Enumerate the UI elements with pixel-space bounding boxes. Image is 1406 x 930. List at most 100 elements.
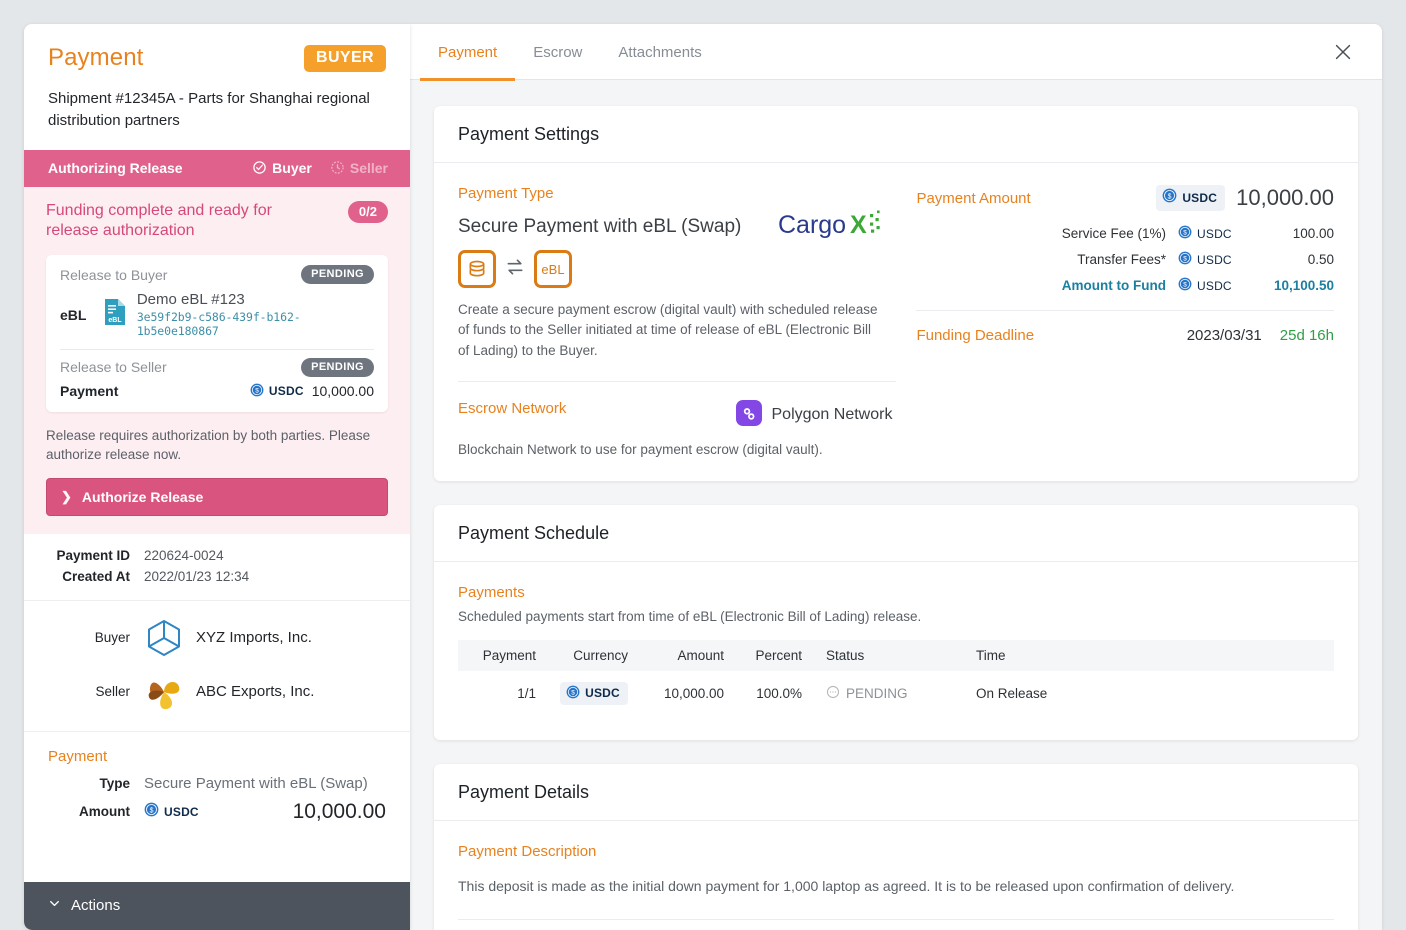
column-header-currency: Currency — [548, 639, 640, 671]
seller-name: ABC Exports, Inc. — [196, 683, 315, 701]
payment-meta-block: Payment ID 220624-0024 Created At 2022/0… — [24, 534, 410, 601]
status-text: PENDING — [846, 685, 908, 701]
fee-amount: 0.50 — [1307, 252, 1334, 267]
svg-text:$: $ — [1183, 282, 1187, 289]
payment-id-row: Payment ID 220624-0024 — [48, 548, 386, 563]
payment-id-label: Payment ID — [56, 547, 130, 563]
column-header-time: Time — [964, 639, 1334, 671]
payment-type-row: Secure Payment with eBL (Swap) eBL Cargo… — [458, 202, 896, 288]
payment-amount-value: 10,000.00 — [1236, 185, 1334, 210]
pending-circle-icon — [826, 685, 840, 702]
tab-payment[interactable]: Payment — [420, 25, 516, 81]
status-label: Authorizing Release — [48, 159, 183, 176]
escrow-network-label: Escrow Network — [458, 399, 567, 417]
payment-type-label: Payment Type — [458, 185, 554, 202]
tab-attachments[interactable]: Attachments — [600, 25, 719, 81]
ebl-text-block: Demo eBL #123 3e59f2b9-c586-439f-b162-1b… — [137, 291, 374, 339]
buyer-row: Buyer XYZ Imports, Inc. — [48, 619, 386, 657]
release-payment-row: Payment $ USDC 10,000.00 — [60, 383, 374, 400]
fee-row: Service Fee (1%) $ USDC 100.00 — [916, 225, 1334, 242]
usdc-label: USDC — [1197, 278, 1232, 293]
fee-currency: $ USDC — [1178, 251, 1244, 268]
release-payment-amount: 10,000.00 — [311, 383, 374, 400]
svg-text:$: $ — [1168, 193, 1172, 200]
right-column-divider — [916, 310, 1334, 311]
sidebar-payment-type-value: Secure Payment with eBL (Swap) — [144, 774, 368, 792]
sidebar-payment-amount-row: Amount $ USDC 10,000.00 — [48, 800, 386, 824]
check-circle-icon — [252, 160, 267, 175]
funding-headline-row: Funding complete and ready for release a… — [46, 200, 388, 243]
sidebar-payment-type-label: Type — [99, 775, 130, 791]
tab-escrow[interactable]: Escrow — [515, 25, 600, 81]
svg-text:$: $ — [1183, 230, 1187, 237]
usdc-token: $ USDC — [560, 681, 628, 705]
table-row: 1/1 $ USDC 10,000.00 100.0% PENDING On R… — [458, 671, 1334, 716]
funding-deadline-row: Funding Deadline 2023/03/31 25d 16h — [916, 327, 1334, 344]
payment-schedule-card: Payment Schedule Payments Scheduled paym… — [434, 504, 1358, 740]
release-payment-value: $ USDC 10,000.00 — [250, 383, 374, 400]
usdc-icon: $ — [250, 383, 264, 400]
funding-headline: Funding complete and ready for release a… — [46, 201, 272, 240]
payment-settings-columns: Payment Type Secure Payment with eBL (Sw… — [458, 185, 1334, 457]
main-panel: Payment Escrow Attachments Payment Setti… — [410, 24, 1382, 930]
actions-bar[interactable]: Actions — [24, 882, 410, 930]
usdc-icon: $ — [1178, 277, 1192, 294]
release-to-buyer-status-badge: PENDING — [301, 265, 374, 285]
cell-amount: 10,000.00 — [663, 685, 724, 701]
svg-text:$: $ — [255, 387, 259, 394]
payment-settings-title: Payment Settings — [434, 106, 1358, 163]
main-scroll-area[interactable]: Payment Settings Payment Type Secure Pay… — [410, 80, 1382, 930]
svg-text:Cargo: Cargo — [778, 211, 846, 239]
cell-payment: 1/1 — [517, 685, 536, 701]
payment-id-value: 220624-0024 — [144, 547, 224, 563]
usdc-icon: $ — [1162, 188, 1177, 208]
cell-status: PENDING — [814, 671, 964, 716]
payment-type-description: Create a secure payment escrow (digital … — [458, 302, 878, 358]
sidebar-payment-type-row: Type Secure Payment with eBL (Swap) — [48, 775, 386, 792]
usdc-label: USDC — [1182, 191, 1218, 205]
payment-amount-row: Payment Amount $ USDC 10,000.00 — [916, 185, 1334, 211]
payment-type-info: Secure Payment with eBL (Swap) eBL — [458, 202, 741, 288]
payment-details-card: Payment Details Payment Description This… — [434, 763, 1358, 930]
funding-deadline-date: 2023/03/31 — [1186, 327, 1262, 344]
sidebar-payment-amount-wrap: $ USDC 10,000.00 — [144, 800, 386, 824]
status-party-seller-label: Seller — [349, 159, 388, 176]
payment-description-label: Payment Description — [458, 842, 597, 860]
cell-time: On Release — [976, 685, 1048, 701]
payments-description: Scheduled payments start from time of eB… — [458, 608, 922, 624]
fee-amount: 100.00 — [1292, 226, 1334, 241]
sidebar-payment-amount-value: 10,000.00 — [292, 799, 386, 823]
svg-text:X: X — [850, 211, 867, 239]
funding-deadline-values: 2023/03/31 25d 16h — [1187, 327, 1334, 344]
close-icon[interactable] — [1326, 35, 1360, 69]
release-summary-card: Release to Buyer PENDING eBL eBL Demo eB… — [46, 255, 388, 412]
usdc-token: $ USDC — [1178, 251, 1232, 268]
svg-text:$: $ — [1183, 256, 1187, 263]
buyer-label: Buyer — [94, 630, 130, 646]
payment-schedule-title: Payment Schedule — [434, 505, 1358, 562]
ebl-key-label: eBL — [60, 306, 87, 323]
chevron-right-icon: ❯ — [61, 488, 72, 504]
status-party-seller: Seller — [330, 160, 388, 176]
authorize-release-button[interactable]: ❯ Authorize Release — [46, 477, 388, 516]
left-column-divider — [458, 380, 897, 382]
cell-currency: $ USDC — [548, 671, 640, 716]
usdc-label: USDC — [585, 686, 620, 701]
ebl-hash[interactable]: 3e59f2b9-c586-439f-b162-1b5e0e180867 — [137, 310, 374, 339]
funding-deadline-remaining: 25d 16h — [1279, 327, 1334, 344]
polygon-icon — [735, 399, 762, 431]
payment-settings-card: Payment Settings Payment Type Secure Pay… — [434, 106, 1358, 481]
created-at-value: 2022/01/23 12:34 — [144, 568, 250, 584]
escrow-network-description: Blockchain Network to use for payment es… — [458, 441, 823, 457]
fee-amount: 10,100.50 — [1273, 278, 1334, 293]
payment-amount-value-group: $ USDC 10,000.00 — [1156, 185, 1334, 211]
column-header-percent: Percent — [736, 639, 814, 671]
usdc-icon: $ — [144, 802, 159, 822]
escrow-network-value: Polygon Network — [771, 406, 893, 424]
cargox-logo: Cargo X — [778, 208, 886, 247]
fee-label: Transfer Fees* — [1077, 252, 1166, 267]
release-card-divider — [60, 348, 374, 350]
escrow-network-row: Escrow Network Polygon Network — [458, 399, 896, 431]
ebl-row: eBL eBL Demo eBL #123 3e59f2b9-c586-439f… — [60, 291, 374, 339]
fee-breakdown-table: Service Fee (1%) $ USDC 100.00 Transfer … — [916, 225, 1334, 294]
